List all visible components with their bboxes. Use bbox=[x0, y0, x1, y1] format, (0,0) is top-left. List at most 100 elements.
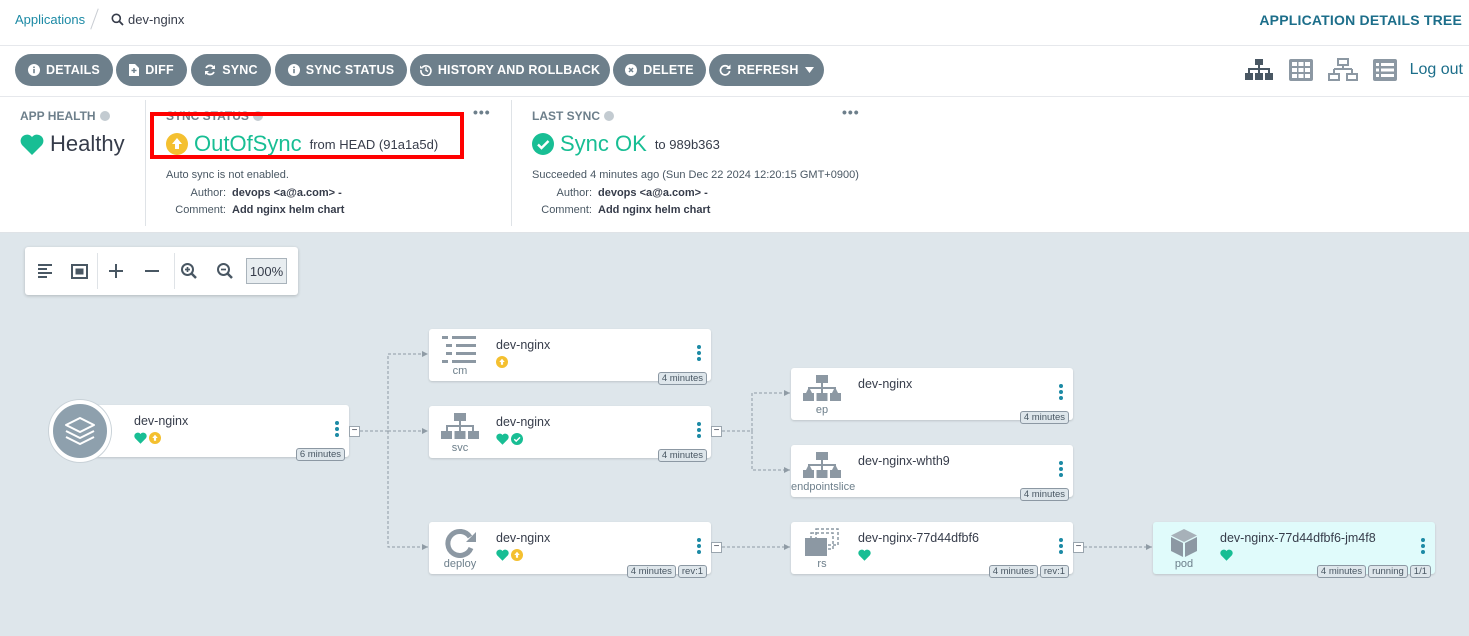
node-name: dev-nginx bbox=[496, 338, 551, 352]
collapse-toggle[interactable]: − bbox=[711, 426, 722, 437]
collapse-toggle[interactable]: − bbox=[349, 426, 360, 437]
fit-to-screen-icon[interactable] bbox=[67, 259, 91, 283]
node-name: dev-nginx-77d44dfbf6-jm4f8 bbox=[1220, 531, 1376, 545]
last-sync-title: LAST SYNC bbox=[532, 109, 615, 123]
tree-view-icon[interactable] bbox=[1244, 58, 1274, 82]
expand-all-icon[interactable] bbox=[104, 259, 128, 283]
node-menu-icon[interactable] bbox=[1059, 538, 1063, 554]
author-value: devops <a@a.com> - bbox=[598, 187, 708, 199]
history-rollback-button-label: HISTORY AND ROLLBACK bbox=[437, 63, 601, 77]
heart-icon bbox=[20, 134, 44, 155]
heart-icon bbox=[496, 549, 509, 561]
node-pod[interactable]: pod dev-nginx-77d44dfbf6-jm4f8 4 minutes… bbox=[1153, 522, 1435, 578]
node-configmap[interactable]: cm dev-nginx 4 minutes bbox=[429, 329, 711, 385]
annotation-highlight-box bbox=[150, 112, 464, 159]
times-circle-icon bbox=[625, 64, 638, 76]
sync-button[interactable]: SYNC bbox=[191, 54, 271, 86]
collapse-toggle[interactable]: − bbox=[1073, 542, 1084, 553]
age-tag: 4 minutes bbox=[657, 372, 707, 385]
resource-tree-graph: 100% dev-nginx 6 minutes − cm dev-nginx … bbox=[0, 233, 1469, 636]
app-health-text: Healthy bbox=[50, 131, 125, 156]
divider bbox=[97, 253, 98, 289]
breadcrumb-current[interactable]: dev-nginx bbox=[111, 12, 184, 27]
delete-button[interactable]: DELETE bbox=[613, 54, 706, 86]
top-bar: Applications dev-nginx APPLICATION DETAI… bbox=[0, 0, 1469, 46]
heart-icon bbox=[134, 432, 147, 444]
replicaset-icon bbox=[801, 528, 843, 558]
network-view-icon[interactable] bbox=[1327, 58, 1358, 82]
collapse-toggle[interactable]: − bbox=[711, 542, 722, 553]
node-menu-icon[interactable] bbox=[697, 538, 701, 554]
node-status-badges bbox=[134, 432, 161, 444]
node-menu-icon[interactable] bbox=[1059, 461, 1063, 477]
pods-view-icon[interactable] bbox=[1286, 58, 1316, 82]
node-menu-icon[interactable] bbox=[335, 421, 339, 437]
node-endpointslice[interactable]: endpointslice dev-nginx-whth9 4 minutes bbox=[791, 445, 1073, 501]
node-status-badges bbox=[858, 549, 871, 561]
node-deployment[interactable]: deploy dev-nginx 4 minutes rev:1 bbox=[429, 522, 711, 578]
age-tag: 4 minutes bbox=[657, 449, 707, 462]
breadcrumb-applications-link[interactable]: Applications bbox=[15, 12, 85, 27]
graph-zoom-toolbar: 100% bbox=[25, 247, 298, 295]
node-menu-icon[interactable] bbox=[1059, 384, 1063, 400]
collapse-all-icon[interactable] bbox=[140, 259, 164, 283]
node-endpoints[interactable]: ep dev-nginx 4 minutes bbox=[791, 368, 1073, 424]
age-tag: 4 minutes bbox=[626, 565, 676, 578]
sync-status-button-label: SYNC STATUS bbox=[305, 63, 395, 77]
comment-value: Add nginx helm chart bbox=[598, 204, 711, 216]
last-sync-value: Sync OK to 989b363 bbox=[532, 131, 720, 157]
help-icon[interactable] bbox=[99, 111, 110, 121]
node-service[interactable]: svc dev-nginx 4 minutes bbox=[429, 406, 711, 462]
details-button[interactable]: DETAILS bbox=[15, 54, 113, 86]
node-tags: 4 minutes bbox=[657, 449, 707, 462]
node-menu-icon[interactable] bbox=[697, 422, 701, 438]
node-kind: ep bbox=[815, 404, 829, 416]
align-left-icon[interactable] bbox=[34, 259, 58, 283]
help-icon[interactable] bbox=[604, 111, 615, 121]
node-replicaset[interactable]: rs dev-nginx-77d44dfbf6 4 minutes rev:1 bbox=[791, 522, 1073, 578]
age-tag: 4 minutes bbox=[988, 565, 1038, 578]
search-icon bbox=[111, 13, 124, 26]
node-tags: 4 minutes rev:1 bbox=[988, 565, 1069, 578]
node-menu-icon[interactable] bbox=[1421, 538, 1425, 554]
node-kind: svc bbox=[451, 442, 469, 454]
zoom-out-icon[interactable] bbox=[213, 259, 237, 283]
last-sync-succeeded: Succeeded 4 minutes ago (Sun Dec 22 2024… bbox=[532, 169, 859, 181]
last-sync-text: Sync OK bbox=[560, 131, 647, 156]
sync-status-comment-row: Comment: Add nginx helm chart bbox=[166, 204, 344, 216]
divider bbox=[174, 253, 175, 289]
age-tag: 4 minutes bbox=[1316, 565, 1367, 578]
heart-icon bbox=[858, 549, 871, 561]
file-diff-icon bbox=[129, 64, 140, 76]
sync-status-button[interactable]: SYNC STATUS bbox=[275, 54, 407, 86]
arrow-circle-up-icon bbox=[149, 432, 161, 444]
node-status-badges bbox=[496, 549, 523, 561]
last-sync-author-row: Author: devops <a@a.com> - bbox=[532, 187, 708, 199]
node-kind: pod bbox=[1174, 558, 1194, 570]
node-tags: 4 minutes bbox=[1019, 411, 1069, 424]
history-rollback-button[interactable]: HISTORY AND ROLLBACK bbox=[410, 54, 610, 86]
app-health-title-label: APP HEALTH bbox=[20, 109, 96, 123]
refresh-button[interactable]: REFRESH bbox=[709, 54, 824, 86]
node-name: dev-nginx bbox=[134, 414, 189, 428]
node-tags: 4 minutes rev:1 bbox=[626, 565, 707, 578]
logout-link[interactable]: Log out bbox=[1410, 61, 1463, 79]
endpoints-icon bbox=[801, 374, 843, 404]
node-name: dev-nginx bbox=[496, 531, 551, 545]
node-status-badges bbox=[496, 433, 523, 445]
endpointslice-icon bbox=[801, 451, 843, 481]
diff-button[interactable]: DIFF bbox=[116, 54, 187, 86]
author-value: devops <a@a.com> - bbox=[232, 187, 342, 199]
node-menu-icon[interactable] bbox=[697, 345, 701, 361]
divider bbox=[145, 100, 146, 226]
list-view-icon[interactable] bbox=[1370, 58, 1400, 82]
divider bbox=[511, 100, 512, 226]
toolbar: DETAILS DIFF SYNC SYNC STATUS HISTORY AN… bbox=[0, 46, 1469, 97]
comment-label: Comment: bbox=[541, 204, 592, 216]
zoom-in-icon[interactable] bbox=[177, 259, 201, 283]
node-application[interactable]: dev-nginx 6 minutes bbox=[79, 405, 349, 461]
pod-cube-icon bbox=[1163, 528, 1205, 558]
status-panel: APP HEALTH Healthy SYNC STATUS ••• OutOf… bbox=[0, 97, 1469, 233]
sync-status-more-icon[interactable]: ••• bbox=[473, 104, 491, 120]
last-sync-more-icon[interactable]: ••• bbox=[842, 104, 860, 120]
